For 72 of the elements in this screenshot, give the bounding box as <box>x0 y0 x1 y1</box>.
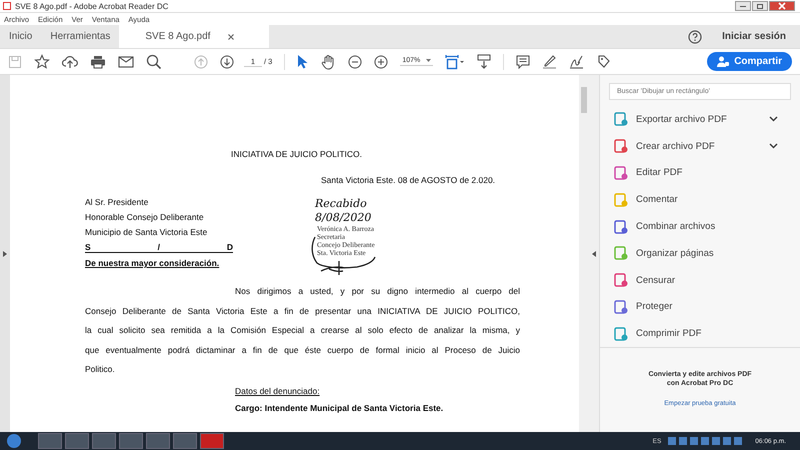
share-button[interactable]: Compartir <box>707 52 792 71</box>
caret-icon[interactable] <box>426 59 432 62</box>
tool-item[interactable]: Organizar páginas <box>614 240 800 267</box>
tool-item[interactable]: Combinar archivos <box>614 213 800 240</box>
tool-item[interactable]: Crear archivo PDF <box>614 132 800 160</box>
tool-item[interactable]: Proteger <box>614 293 800 320</box>
tool-item[interactable]: Comprimir PDF <box>614 320 800 348</box>
print-icon[interactable] <box>90 54 106 68</box>
scrollbar[interactable] <box>579 75 589 432</box>
tool-label: Comprimir PDF <box>636 328 702 340</box>
sign-in-link[interactable]: Iniciar sesión <box>722 31 786 42</box>
expand-arrow-icon[interactable] <box>592 250 596 256</box>
tab[interactable]: Herramientas <box>41 25 120 48</box>
sd-letter: D <box>226 242 233 252</box>
scroll-mode-icon[interactable] <box>477 54 492 70</box>
sd-slash: / <box>158 242 160 252</box>
tool-label: Combinar archivos <box>636 221 716 232</box>
search-icon[interactable] <box>146 54 162 70</box>
address-line: Honorable Consejo Deliberante <box>85 212 205 222</box>
window-title: SVE 8 Ago.pdf - Adobe Acrobat Reader DC <box>15 2 170 10</box>
fit-page-icon[interactable] <box>445 54 466 70</box>
sign-pen-icon[interactable] <box>569 54 584 69</box>
paragraph-line: que eventualmente podrá dictaminar a fin de que éste cuerpo de formal inicio al Proceso de Juicio <box>85 344 520 357</box>
cloud-upload-icon[interactable] <box>62 54 78 68</box>
tool-item[interactable]: Comentar <box>614 186 800 214</box>
document-date: Santa Victoria Este. 08 de AGOSTO de 2.020. <box>321 175 496 185</box>
comment-icon[interactable] <box>516 54 530 68</box>
handwritten-note: Recabido <box>315 197 367 211</box>
tool-item[interactable]: Censurar <box>614 266 800 294</box>
help-icon[interactable] <box>688 30 702 44</box>
tool-item[interactable]: Editar PDF <box>614 160 800 186</box>
mail-icon[interactable] <box>118 56 134 68</box>
tool-label: Comentar <box>636 194 679 206</box>
pdf-app-icon <box>3 2 11 10</box>
stamp-tag-icon[interactable] <box>596 54 612 69</box>
page-down-icon[interactable] <box>220 54 234 68</box>
hand-icon[interactable] <box>321 54 336 70</box>
section-heading: Datos del denunciado: <box>235 386 321 396</box>
paragraph-line: Politico. <box>85 363 116 376</box>
tool-label: Crear archivo PDF <box>636 140 716 152</box>
address-line: Municipio de Santa Victoria Este <box>85 227 208 237</box>
tool-label: Exportar archivo PDF <box>636 114 728 125</box>
close-button[interactable] <box>769 1 795 11</box>
tool-item[interactable]: Exportar archivo PDF <box>614 106 800 133</box>
zoom-out-icon[interactable] <box>348 54 362 68</box>
minimize-button[interactable] <box>735 1 751 11</box>
chevron-icon[interactable] <box>769 116 778 122</box>
handwritten-note: 8/08/2020 <box>315 211 372 225</box>
chevron-icon[interactable] <box>769 143 778 150</box>
start-button[interactable] <box>7 434 21 448</box>
person-icon <box>717 56 730 67</box>
salutation: De nuestra mayor consideración. <box>85 258 220 268</box>
sd-letter: S <box>85 242 91 252</box>
zoom-in-icon[interactable] <box>374 54 388 68</box>
tab[interactable]: Inicio <box>0 25 42 48</box>
tab[interactable]: SVE 8 Ago.pdf <box>119 25 270 48</box>
collapse-arrow-icon[interactable] <box>3 250 7 256</box>
tool-label: Proteger <box>636 301 674 312</box>
close-icon[interactable] <box>228 34 234 40</box>
address-line: Al Sr. Presidente <box>85 197 150 207</box>
cargo-line: Cargo: Intendente Municipal de Santa Victoria Este. <box>235 402 444 414</box>
tool-label: Organizar páginas <box>636 248 715 259</box>
tool-label: Censurar <box>636 274 676 286</box>
document-title: INICIATIVA DE JUICIO POLITICO. <box>231 149 363 159</box>
paragraph-line: Nos dirigimos a usted, y por su digno intermedio al cuerpo del <box>234 285 520 298</box>
star-icon[interactable] <box>34 54 50 70</box>
cursor-icon[interactable] <box>297 54 310 69</box>
tool-label: Editar PDF <box>636 167 684 178</box>
paragraph-line: Consejo Deliberante de Santa Victoria Este a fin de presentar una INICIATIVA DE JUICIO POLITICO, <box>85 304 520 318</box>
maximize-button[interactable] <box>752 1 768 11</box>
highlighter-icon[interactable] <box>542 54 558 69</box>
paragraph-line: la cual solicito sea remitida a la Comisión Especial a crearse al solo efecto de analizar la misma, y <box>85 324 520 337</box>
